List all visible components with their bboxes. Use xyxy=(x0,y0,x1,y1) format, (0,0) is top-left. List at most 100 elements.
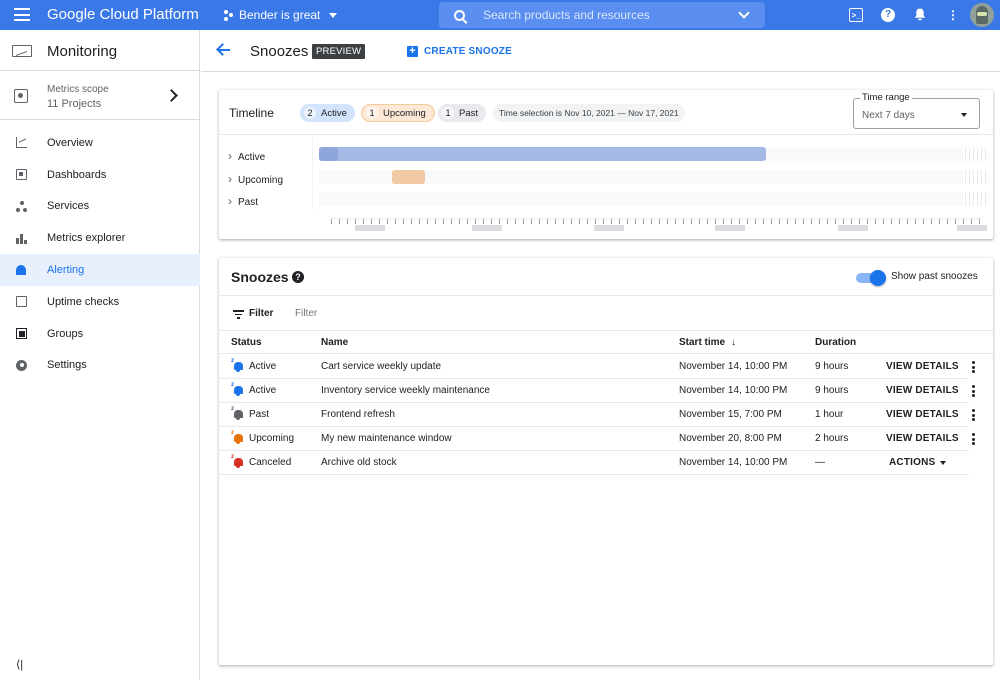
timeline-header: Timeline 2 Active 1 Upcoming 1 Past Time… xyxy=(219,90,993,135)
duration-cell: 9 hours xyxy=(815,385,849,396)
monitoring-icon xyxy=(12,45,32,57)
page-title: Snoozes xyxy=(250,43,309,60)
table-row[interactable]: z Active Inventory service weekly mainte… xyxy=(219,379,975,403)
search-input[interactable]: Search products and resources xyxy=(483,8,650,22)
more-vert-icon[interactable] xyxy=(972,433,975,445)
project-icon xyxy=(224,9,234,21)
active-snooze-bar[interactable] xyxy=(319,147,766,161)
status-text: Active xyxy=(249,361,277,372)
chevron-down-icon xyxy=(329,12,338,18)
sidebar-item-services[interactable]: Services xyxy=(0,191,200,223)
help-icon[interactable]: ? xyxy=(881,8,895,22)
filter-icon[interactable] xyxy=(233,310,244,319)
chevron-right-icon xyxy=(165,89,178,102)
more-vert-icon[interactable] xyxy=(972,409,975,421)
start-time-cell: November 14, 10:00 PM xyxy=(679,385,788,396)
column-duration[interactable]: Duration xyxy=(815,337,856,348)
search-expand-icon[interactable] xyxy=(738,7,750,19)
timeline-row-active[interactable]: Active xyxy=(219,144,993,166)
start-time-cell: November 15, 7:00 PM xyxy=(679,409,782,420)
services-icon xyxy=(16,200,27,212)
menu-icon[interactable] xyxy=(14,8,30,21)
avatar[interactable] xyxy=(970,3,994,27)
sidebar-header: Monitoring xyxy=(0,30,200,71)
table-row[interactable]: z Active Cart service weekly update Nove… xyxy=(219,355,975,379)
toggle-label: Show past snoozes xyxy=(891,271,978,282)
duration-cell: 9 hours xyxy=(815,361,849,372)
snooze-bell-icon: z xyxy=(231,406,244,420)
sidebar-item-label: Settings xyxy=(47,359,87,372)
table-row[interactable]: z Canceled Archive old stock November 14… xyxy=(219,451,969,475)
groups-icon xyxy=(16,328,27,340)
time-range-select[interactable]: Time range Next 7 days xyxy=(853,92,980,129)
overview-icon xyxy=(16,137,27,149)
add-box-icon: + xyxy=(407,46,418,57)
search-bar[interactable]: Search products and resources xyxy=(439,2,765,28)
timeline-axis xyxy=(331,218,981,224)
view-details-button[interactable]: VIEW DETAILS xyxy=(886,409,959,420)
more-vert-icon[interactable] xyxy=(972,385,975,397)
sidebar-item-label: Services xyxy=(47,200,90,213)
table-row[interactable]: z Past Frontend refresh November 15, 7:0… xyxy=(219,403,975,427)
dropdown-arrow-icon xyxy=(940,460,947,465)
sidebar-item-alerting[interactable]: Alerting xyxy=(0,254,200,286)
view-details-button[interactable]: VIEW DETAILS xyxy=(886,433,959,444)
project-selector[interactable]: Bender is great xyxy=(224,8,338,22)
actions-label: ACTIONS xyxy=(889,457,936,468)
column-name[interactable]: Name xyxy=(321,337,348,348)
duration-cell: 1 hour xyxy=(815,409,844,420)
collapse-sidebar-icon[interactable]: ⟨| xyxy=(16,658,23,671)
chip-count: 1 xyxy=(366,107,378,119)
timeline-row-upcoming[interactable]: Upcoming xyxy=(219,167,993,189)
active-snooze-bar-overlap[interactable] xyxy=(319,147,338,161)
upcoming-chip[interactable]: 1 Upcoming xyxy=(361,104,435,122)
sidebar-item-overview[interactable]: Overview xyxy=(0,127,200,159)
metrics-scope[interactable]: Metrics scope 11 Projects xyxy=(0,72,200,120)
dropdown-arrow-icon xyxy=(961,113,967,117)
sidebar-item-metrics-explorer[interactable]: Metrics explorer xyxy=(0,222,200,254)
snoozes-header: Snoozes ? Show past snoozes xyxy=(219,258,993,296)
past-chip[interactable]: 1 Past xyxy=(438,104,487,122)
table-row[interactable]: z Upcoming My new maintenance window Nov… xyxy=(219,427,975,451)
filter-input[interactable] xyxy=(295,308,495,319)
sidebar-item-settings[interactable]: Settings xyxy=(0,350,200,382)
timeline-axis-labels xyxy=(331,225,987,231)
chip-label: Upcoming xyxy=(383,107,426,119)
project-name: Bender is great xyxy=(239,8,321,22)
arrow-downward-icon: ↓ xyxy=(731,337,737,348)
create-snooze-button[interactable]: + CREATE SNOOZE xyxy=(407,46,512,57)
snoozes-title: Snoozes xyxy=(231,269,289,285)
sidebar-item-groups[interactable]: Groups xyxy=(0,318,200,350)
sidebar-item-uptime-checks[interactable]: Uptime checks xyxy=(0,286,200,318)
status-text: Upcoming xyxy=(249,433,295,444)
view-details-button[interactable]: VIEW DETAILS xyxy=(886,385,959,396)
terminal-icon[interactable]: >_ xyxy=(849,8,863,22)
timeline-track xyxy=(319,192,963,206)
sidebar-item-label: Groups xyxy=(47,327,84,340)
timeline-row-past[interactable]: Past xyxy=(219,189,993,211)
more-vert-icon[interactable]: ⋮ xyxy=(946,8,960,22)
filter-label[interactable]: Filter xyxy=(249,308,273,319)
sidebar-item-dashboards[interactable]: Dashboards xyxy=(0,159,200,191)
timeline-card: Timeline 2 Active 1 Upcoming 1 Past Time… xyxy=(219,90,993,239)
help-icon[interactable]: ? xyxy=(292,271,304,283)
active-chip[interactable]: 2 Active xyxy=(300,104,355,122)
dashboards-icon xyxy=(16,169,27,181)
uptime-icon xyxy=(16,296,27,308)
status-text: Past xyxy=(249,409,270,420)
timeline-row-label: Active xyxy=(228,149,265,163)
notifications-icon[interactable] xyxy=(913,8,927,22)
view-details-button[interactable]: VIEW DETAILS xyxy=(886,361,959,372)
brand-title[interactable]: Google Cloud Platform xyxy=(47,6,199,23)
actions-button[interactable]: ACTIONS xyxy=(889,457,947,468)
back-arrow-icon[interactable] xyxy=(217,44,230,56)
column-start-time[interactable]: Start time ↓ xyxy=(679,337,736,348)
upcoming-snooze-bar[interactable] xyxy=(392,170,425,184)
snooze-bell-icon: z xyxy=(231,382,244,396)
sidebar-title: Monitoring xyxy=(47,43,118,60)
snooze-bell-icon: z xyxy=(231,430,244,444)
column-status[interactable]: Status xyxy=(231,337,262,348)
show-past-snoozes-toggle[interactable] xyxy=(856,270,886,286)
gear-icon xyxy=(16,359,27,371)
more-vert-icon[interactable] xyxy=(972,361,975,373)
